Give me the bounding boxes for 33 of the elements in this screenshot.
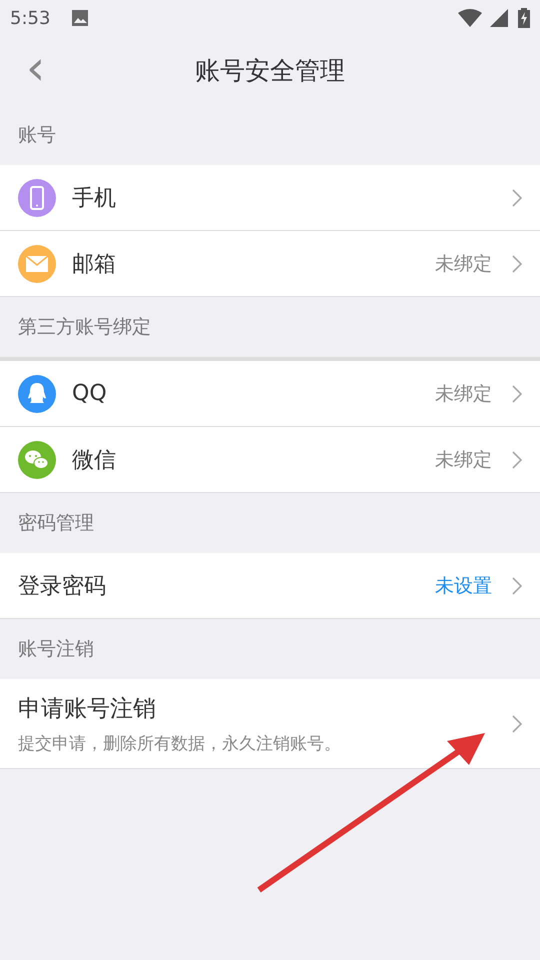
chevron-right-icon — [512, 254, 522, 272]
status-text: 未绑定 — [435, 252, 492, 276]
chevron-right-icon — [512, 576, 522, 594]
settings-row[interactable]: 申请账号注销 提交申请，删除所有数据，永久注销账号。 — [0, 679, 540, 769]
row-label: QQ — [72, 381, 108, 406]
row-label: 微信 — [72, 446, 117, 474]
section-title: 密码管理 — [18, 511, 94, 536]
settings-row[interactable]: 微信 未绑定 — [0, 427, 540, 493]
wifi-icon — [458, 9, 482, 27]
section-title: 第三方账号绑定 — [18, 315, 151, 340]
signal-icon — [490, 9, 510, 27]
settings-row[interactable]: 登录密码 未设置 — [0, 553, 540, 619]
settings-row[interactable]: 手机 — [0, 165, 540, 231]
chevron-right-icon — [512, 450, 522, 468]
status-time: 5:53 — [10, 8, 50, 28]
settings-row[interactable]: QQ 未绑定 — [0, 361, 540, 427]
image-notification-icon — [72, 10, 90, 26]
row-description: 提交申请，删除所有数据，永久注销账号。 — [18, 732, 342, 754]
settings-row[interactable]: 邮箱 未绑定 — [0, 231, 540, 297]
row-label: 邮箱 — [72, 250, 117, 278]
chevron-right-icon — [512, 384, 522, 402]
status-text: 未绑定 — [435, 448, 492, 472]
status-text: 未绑定 — [435, 382, 492, 406]
section-title: 账号注销 — [18, 637, 94, 662]
page-title: 账号安全管理 — [195, 55, 345, 87]
chevron-right-icon — [512, 188, 522, 206]
row-label: 登录密码 — [18, 572, 107, 600]
section-title: 账号 — [18, 123, 56, 148]
row-label: 手机 — [72, 184, 117, 212]
chevron-right-icon — [512, 714, 522, 732]
battery-icon — [518, 8, 530, 28]
row-label: 申请账号注销 — [18, 694, 157, 724]
status-text: 未设置 — [435, 574, 492, 598]
